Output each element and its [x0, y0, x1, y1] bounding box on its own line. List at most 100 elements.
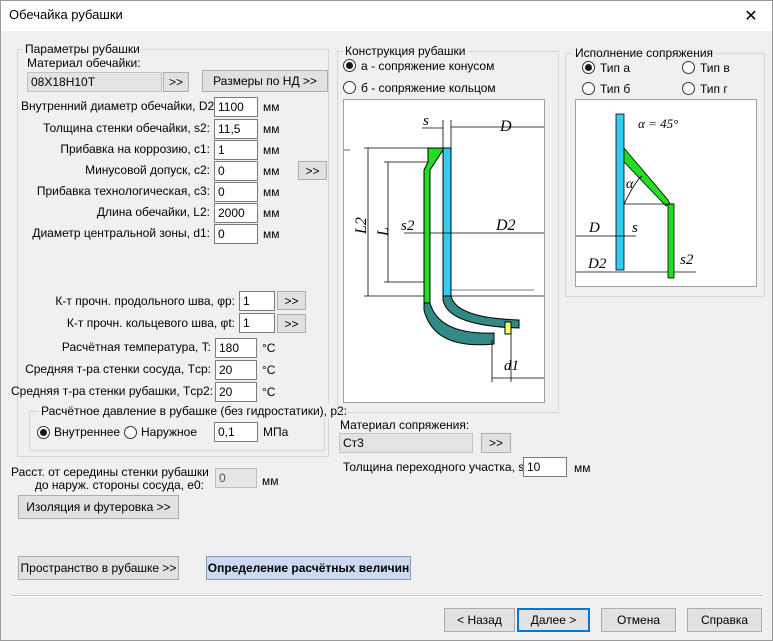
phi-circ-label: К-т прочн. кольцевого шва, φt: — [66, 316, 235, 330]
transition-thickness-label: Толщина переходного участка, sR: — [343, 460, 537, 474]
insulation-button[interactable]: Изоляция и футеровка >> — [18, 495, 179, 519]
fitting-shape — [504, 321, 512, 335]
vessel-wall-shape — [442, 147, 452, 297]
type-a-label: Тип а — [600, 61, 631, 75]
joint-material-field[interactable]: Ст3 — [339, 433, 473, 453]
s2-input[interactable]: 11,5 — [214, 119, 258, 139]
tolerance-button[interactable]: >> — [298, 161, 327, 180]
phi-long-label: К-т прочн. продольного шва, φр: — [55, 294, 235, 308]
phi-long-input[interactable]: 1 — [239, 291, 275, 311]
pressure-internal-radio[interactable] — [37, 426, 50, 439]
transition-thickness-input[interactable]: 10 — [523, 457, 567, 477]
close-icon[interactable]: ✕ — [734, 4, 768, 28]
c2-input[interactable]: 0 — [214, 161, 258, 181]
option-b-label: б - сопряжение кольцом — [361, 81, 496, 95]
phi-circ-button[interactable]: >> — [277, 314, 306, 333]
temp-calc-input[interactable]: 180 — [215, 338, 257, 358]
d2-unit: мм — [263, 100, 280, 114]
type-a-radio[interactable] — [582, 61, 595, 74]
calc-values-button[interactable]: Определение расчётных величин — [206, 556, 411, 580]
field-label-c2: Минусовой допуск, c2: — [85, 163, 210, 177]
joint-jacket-shape — [667, 203, 675, 279]
type-b-radio[interactable] — [582, 82, 595, 95]
field-label-c3: Прибавка технологическая, c3: — [36, 184, 210, 198]
construction-drawing: s D L2 L s2 D2 d1 — [343, 99, 545, 403]
phi-circ-input[interactable]: 1 — [239, 313, 275, 333]
d1-input[interactable]: 0 — [214, 224, 258, 244]
distance-unit: мм — [262, 474, 279, 488]
temp-calc-unit: °С — [262, 341, 276, 355]
temp-calc-label: Расчётная температура, T: — [61, 340, 211, 354]
distance-label-2: до наруж. стороны сосуда, e0: — [34, 478, 204, 492]
next-button[interactable]: Далее > — [517, 608, 590, 632]
construction-legend: Конструкция рубашки — [343, 44, 468, 58]
temp-vessel-label: Средняя т-ра стенки сосуда, Tср: — [25, 362, 211, 376]
d2-input[interactable]: 1100 — [214, 97, 258, 117]
dialog-window: Обечайка рубашки ✕ Параметры рубашки Мат… — [0, 0, 773, 641]
back-button[interactable]: < Назад — [444, 608, 515, 632]
c1-input[interactable]: 1 — [214, 140, 258, 160]
temp-jacket-label: Средняя т-ра стенки рубашки, Tср2: — [11, 384, 214, 398]
cancel-button[interactable]: Отмена — [601, 608, 676, 632]
help-button[interactable]: Справка — [687, 608, 762, 632]
field-label-s2: Толщина стенки обечайки, s2: — [43, 121, 210, 135]
joint-material-label: Материал сопряжения: — [340, 418, 470, 432]
option-b-radio[interactable] — [343, 81, 356, 94]
pressure-internal-label: Внутреннее — [54, 425, 121, 439]
temp-jacket-input[interactable]: 20 — [215, 382, 257, 402]
d-dim-label: D — [499, 118, 512, 135]
pressure-unit: МПа — [263, 425, 289, 439]
s-dim-label: s — [423, 113, 429, 129]
l-dim-label: L — [375, 227, 392, 237]
type-g-label: Тип г — [700, 82, 728, 96]
transition-thickness-unit: мм — [574, 461, 591, 475]
joint-svg: α = 45° α D s D2 s2 — [576, 113, 696, 279]
type-b-label: Тип б — [600, 82, 631, 96]
joint-d-label: D — [588, 220, 600, 236]
pressure-input[interactable]: 0,1 — [214, 422, 258, 442]
pressure-legend: Расчётное давление в рубашке (без гидрос… — [39, 404, 350, 418]
c1-unit: мм — [263, 143, 280, 157]
c3-unit: мм — [263, 185, 280, 199]
jacket-shape — [423, 147, 444, 304]
temp-jacket-unit: °С — [262, 385, 276, 399]
nd-sizes-button[interactable]: Размеры по НД >> — [202, 70, 328, 92]
joint-material-button[interactable]: >> — [481, 433, 511, 453]
material-field[interactable]: 08Х18Н10Т — [27, 72, 162, 92]
type-g-radio[interactable] — [682, 82, 695, 95]
phi-long-button[interactable]: >> — [277, 291, 306, 310]
joint-d2-label: D2 — [587, 256, 607, 272]
field-label-d1: Диаметр центральной зоны, d1: — [32, 226, 210, 240]
jacket-space-button[interactable]: Пространство в рубашке >> — [18, 556, 179, 580]
joint-s-label: s — [632, 220, 638, 236]
temp-vessel-input[interactable]: 20 — [215, 360, 257, 380]
d1-unit: мм — [263, 227, 280, 241]
type-v-label: Тип в — [700, 61, 730, 75]
l2-dim-label: L2 — [353, 217, 370, 235]
joint-vessel-shape — [615, 113, 625, 271]
c2-unit: мм — [263, 164, 280, 178]
l2-unit: мм — [263, 206, 280, 220]
construction-svg: s D L2 L s2 D2 d1 — [344, 113, 544, 382]
l2-input[interactable]: 2000 — [214, 203, 258, 223]
pressure-external-label: Наружное — [141, 425, 198, 439]
window-title: Обечайка рубашки — [9, 7, 123, 22]
material-select-button[interactable]: >> — [163, 72, 189, 92]
field-label-d2: Внутренний диаметр обечайки, D2: — [21, 99, 218, 113]
distance-label-1: Расст. от середины стенки рубашки — [11, 465, 209, 479]
title-bar: Обечайка рубашки ✕ — [1, 1, 772, 31]
s2-dim-label: s2 — [401, 218, 415, 234]
type-v-radio[interactable] — [682, 61, 695, 74]
pressure-external-radio[interactable] — [124, 426, 137, 439]
c3-input[interactable]: 0 — [214, 182, 258, 202]
s2-unit: мм — [263, 122, 280, 136]
params-legend: Параметры рубашки — [23, 42, 142, 56]
material-label: Материал обечайки: — [27, 56, 141, 70]
distance-input[interactable]: 0 — [215, 468, 257, 488]
joint-s2-label: s2 — [680, 252, 694, 268]
alpha-label: α — [626, 177, 634, 192]
option-a-radio[interactable] — [343, 59, 356, 72]
d2-dim-label: D2 — [495, 217, 516, 234]
temp-vessel-unit: °С — [262, 363, 276, 377]
d1-dim-label: d1 — [504, 358, 519, 374]
